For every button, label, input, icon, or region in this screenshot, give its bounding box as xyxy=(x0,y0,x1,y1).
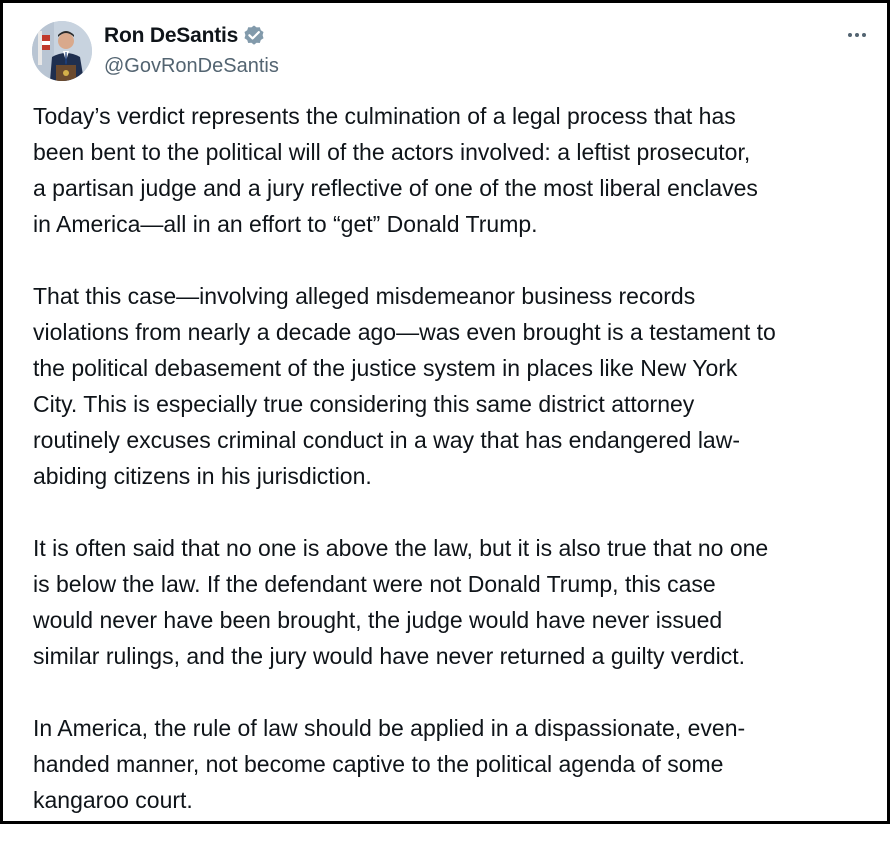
post-line: the political debasement of the justice … xyxy=(33,355,738,381)
post-line: routinely excuses criminal conduct in a … xyxy=(33,427,740,453)
post-paragraph-1: Today’s verdict represents the culminati… xyxy=(33,98,881,242)
post-line: handed manner, not become captive to the… xyxy=(33,751,724,777)
post-line: similar rulings, and the jury would have… xyxy=(33,643,746,669)
post-line: violations from nearly a decade ago—was … xyxy=(33,319,776,345)
post-line: is below the law. If the defendant were … xyxy=(33,571,716,597)
author-handle[interactable]: @GovRonDeSantis xyxy=(104,51,279,81)
avatar-photo-icon xyxy=(32,21,92,81)
post-paragraph-3: It is often said that no one is above th… xyxy=(33,530,881,674)
post-line: In America, the rule of law should be ap… xyxy=(33,715,746,741)
post-line: That this case—involving alleged misdeme… xyxy=(33,283,696,309)
author-name-row: Ron DeSantis xyxy=(104,21,279,51)
more-options-icon xyxy=(848,33,852,37)
post-line: kangaroo court. xyxy=(33,787,193,813)
post-paragraph-4: In America, the rule of law should be ap… xyxy=(33,710,881,818)
post-line: been bent to the political will of the a… xyxy=(33,139,751,165)
post-line: would never have been brought, the judge… xyxy=(33,607,723,633)
more-options-icon-dot xyxy=(855,33,859,37)
more-options-icon-dot xyxy=(862,33,866,37)
more-options-button[interactable] xyxy=(843,21,871,49)
post-line: Today’s verdict represents the culminati… xyxy=(33,103,736,129)
post-line: in America—all in an effort to “get” Don… xyxy=(33,211,538,237)
post-line: City. This is especially true considerin… xyxy=(33,391,695,417)
post-line: a partisan judge and a jury reflective o… xyxy=(33,175,758,201)
post-header: Ron DeSantis @GovRonDeSantis xyxy=(32,19,279,83)
post-text: Today’s verdict represents the culminati… xyxy=(33,98,881,854)
author-avatar[interactable] xyxy=(32,21,92,81)
post-line: abiding citizens in his jurisdiction. xyxy=(33,463,372,489)
post-card: Ron DeSantis @GovRonDeSantis Today’s ver… xyxy=(0,0,890,824)
verified-badge-icon[interactable] xyxy=(242,24,266,48)
post-line: It is often said that no one is above th… xyxy=(33,535,769,561)
author-info: Ron DeSantis @GovRonDeSantis xyxy=(104,21,279,81)
author-display-name[interactable]: Ron DeSantis xyxy=(104,24,238,48)
post-paragraph-2: That this case—involving alleged misdeme… xyxy=(33,278,881,494)
